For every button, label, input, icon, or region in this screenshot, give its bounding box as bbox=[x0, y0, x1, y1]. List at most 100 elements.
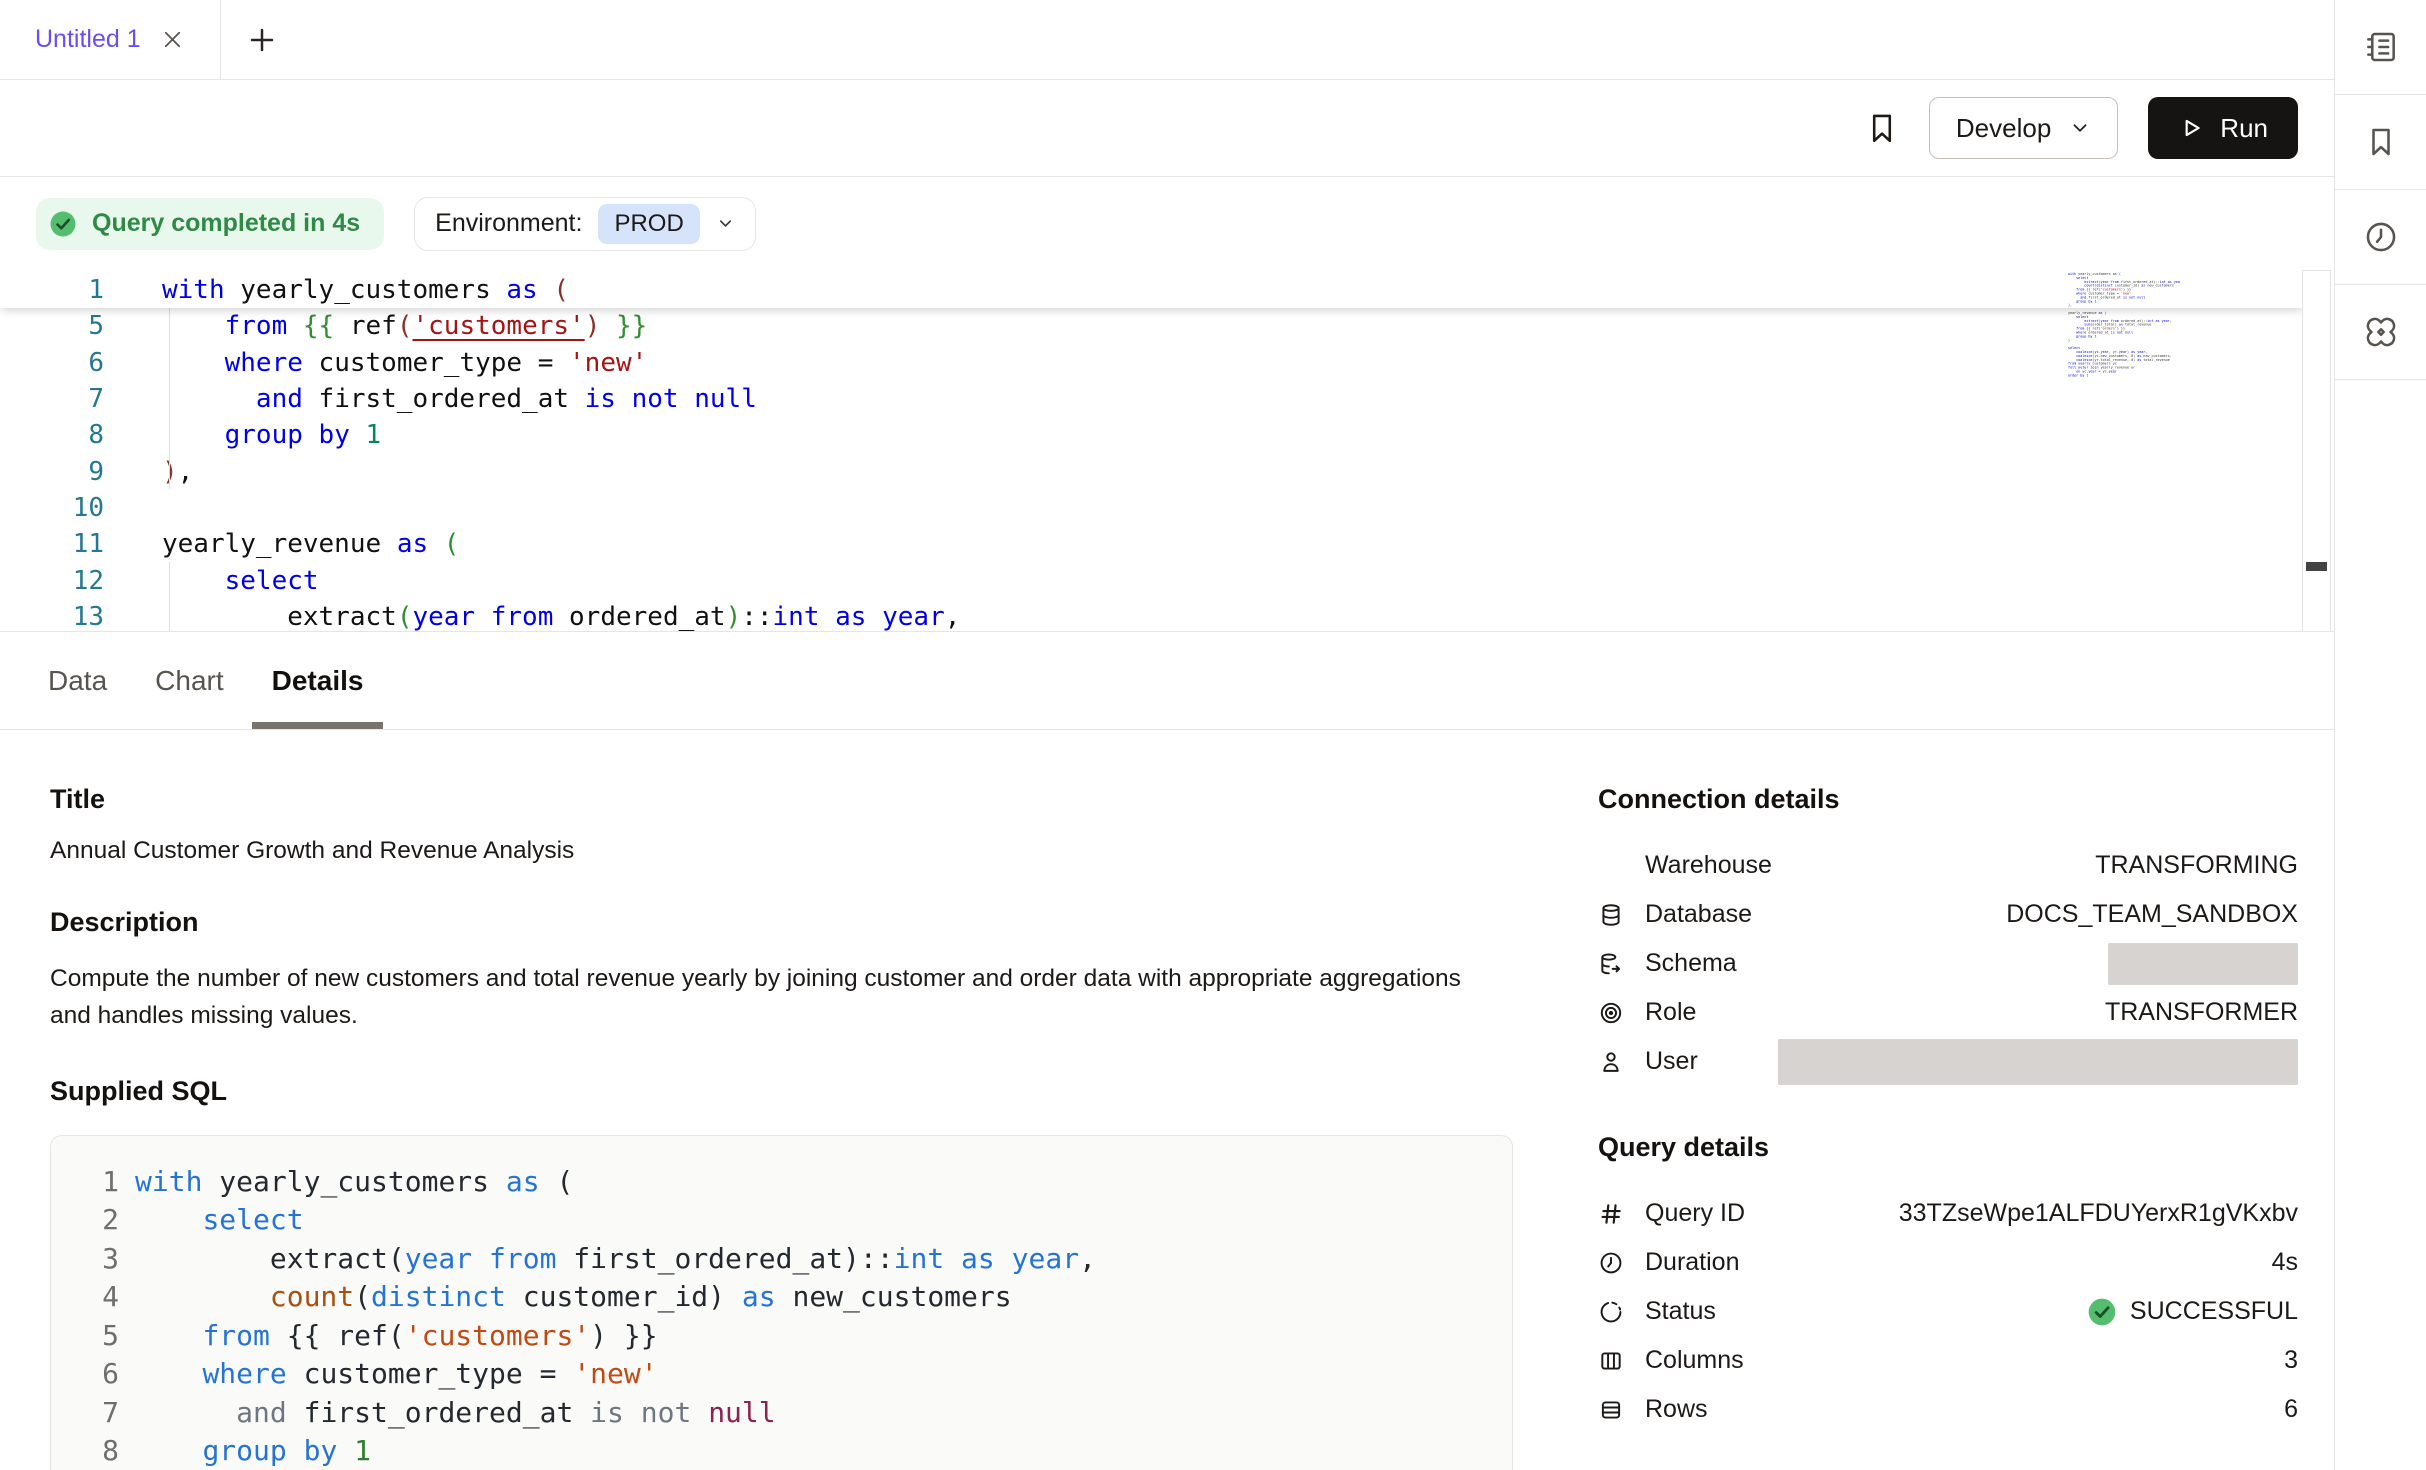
line-number: 1 bbox=[0, 275, 104, 305]
code-text: group by 1 bbox=[135, 1434, 371, 1467]
sql-code-line: 2 select bbox=[75, 1201, 1512, 1240]
connection-value bbox=[2108, 943, 2298, 985]
connection-row-warehouse: Warehouse TRANSFORMING bbox=[1598, 841, 2298, 890]
indent-guide bbox=[169, 308, 170, 489]
success-check-icon bbox=[2086, 1296, 2118, 1328]
connection-value bbox=[1778, 1039, 2298, 1085]
code-text: with yearly_customers as ( bbox=[162, 275, 569, 305]
main-area: Untitled 1 Develop Run bbox=[0, 0, 2334, 1470]
line-number: 3 bbox=[75, 1242, 119, 1275]
editor-code-line: 11yearly_revenue as ( bbox=[0, 526, 2304, 562]
active-tab-underline bbox=[252, 722, 384, 729]
sidebar-button-bookmark[interactable] bbox=[2335, 95, 2426, 190]
line-number: 11 bbox=[0, 529, 104, 559]
editor-code-line: 10 bbox=[0, 490, 2304, 526]
role-icon bbox=[1598, 1000, 1630, 1026]
editor-scrollbar[interactable] bbox=[2302, 270, 2331, 631]
line-number: 8 bbox=[0, 420, 104, 450]
environment-dropdown[interactable]: Environment: PROD bbox=[414, 197, 756, 251]
code-text: select bbox=[135, 1203, 304, 1236]
develop-dropdown[interactable]: Develop bbox=[1929, 97, 2118, 159]
bookmark-icon[interactable] bbox=[1865, 111, 1899, 145]
rows-icon bbox=[1598, 1397, 1630, 1423]
code-text: extract(year from first_ordered_at)::int… bbox=[135, 1242, 1096, 1275]
connection-label: Warehouse bbox=[1645, 851, 1772, 880]
sidebar-button-orchestration[interactable] bbox=[2335, 285, 2426, 380]
line-number: 12 bbox=[0, 566, 104, 596]
query-row-status: StatusSUCCESSFUL bbox=[1598, 1287, 2298, 1336]
environment-value-badge: PROD bbox=[598, 204, 699, 244]
tab-chart[interactable]: Chart bbox=[135, 632, 243, 729]
sql-editor[interactable]: 1 with yearly_customers as (5 from {{ ref… bbox=[0, 270, 2334, 632]
close-icon[interactable] bbox=[161, 28, 184, 51]
line-number: 9 bbox=[0, 457, 104, 487]
editor-code-line: 13 extract(year from ordered_at)::int as… bbox=[0, 599, 2304, 632]
hash-icon bbox=[1598, 1201, 1630, 1227]
code-text: group by 1 bbox=[162, 420, 381, 450]
app-window: Untitled 1 Develop Run bbox=[0, 0, 2426, 1470]
editor-minimap[interactable]: with yearly_customers as ( select extrac… bbox=[2068, 272, 2180, 380]
status-row: Query completed in 4s Environment: PROD bbox=[0, 177, 2334, 270]
tab-details[interactable]: Details bbox=[252, 632, 384, 729]
tab-untitled-1[interactable]: Untitled 1 bbox=[0, 0, 221, 79]
connection-details-heading: Connection details bbox=[1598, 784, 2298, 815]
columns-icon bbox=[1598, 1348, 1630, 1374]
sidebar-button-history[interactable] bbox=[2335, 190, 2426, 285]
chevron-down-icon bbox=[2069, 117, 2091, 139]
connection-details-rows: Warehouse TRANSFORMING DatabaseDOCS_TEAM_S… bbox=[1598, 841, 2298, 1086]
connection-value: TRANSFORMER bbox=[2105, 998, 2298, 1027]
connection-value: TRANSFORMING bbox=[2095, 851, 2298, 880]
query-value: 4s bbox=[2272, 1248, 2298, 1277]
tab-data[interactable]: Data bbox=[28, 632, 127, 729]
scrollbar-thumb[interactable] bbox=[2306, 562, 2327, 571]
connection-row-schema: Schema bbox=[1598, 939, 2298, 988]
sidebar-empty-space bbox=[2335, 380, 2426, 1470]
user-icon bbox=[1598, 1049, 1630, 1075]
query-label: Columns bbox=[1645, 1346, 1744, 1375]
indent-guide bbox=[169, 562, 170, 632]
details-left-column: Title Annual Customer Growth and Revenue… bbox=[50, 730, 1598, 1469]
editor-tab-bar: Untitled 1 bbox=[0, 0, 2334, 80]
connection-value: DOCS_TEAM_SANDBOX bbox=[2006, 900, 2298, 929]
query-row-duration: Duration4s bbox=[1598, 1238, 2298, 1287]
run-label: Run bbox=[2220, 113, 2268, 144]
redacted-value bbox=[2108, 943, 2298, 985]
run-button[interactable]: Run bbox=[2148, 97, 2298, 159]
code-text: where customer_type = 'new' bbox=[162, 348, 647, 378]
plus-icon[interactable] bbox=[247, 25, 277, 55]
line-number: 13 bbox=[0, 602, 104, 632]
editor-sticky-line: 1 with yearly_customers as ( bbox=[0, 272, 2304, 308]
line-number: 5 bbox=[75, 1319, 119, 1352]
code-text: ), bbox=[162, 457, 193, 487]
play-icon bbox=[2178, 115, 2204, 141]
sql-code-line: 5 from {{ ref('customers') }} bbox=[75, 1316, 1512, 1355]
code-text: select bbox=[162, 566, 319, 596]
supplied-sql-code-block: 1with yearly_customers as (2 select3 ext… bbox=[50, 1135, 1513, 1470]
line-number: 7 bbox=[0, 384, 104, 414]
duration-clock-icon bbox=[1598, 1250, 1630, 1276]
query-label: Status bbox=[1645, 1297, 1716, 1326]
description-value: Compute the number of new customers and … bbox=[50, 960, 1500, 1034]
orchestration-icon bbox=[2362, 313, 2400, 351]
connection-row-role: RoleTRANSFORMER bbox=[1598, 988, 2298, 1037]
connection-row-user: User bbox=[1598, 1037, 2298, 1086]
line-number: 8 bbox=[75, 1434, 119, 1467]
details-panel: Title Annual Customer Growth and Revenue… bbox=[0, 730, 2334, 1469]
line-number: 6 bbox=[0, 348, 104, 378]
connection-label: User bbox=[1645, 1047, 1698, 1076]
supplied-sql-heading: Supplied SQL bbox=[50, 1076, 1538, 1107]
tab-label: Chart bbox=[155, 665, 223, 697]
query-details-rows: Query ID33TZseWpe1ALFDUYerxR1gVKxbvDurat… bbox=[1598, 1189, 2298, 1434]
minimap-code: with yearly_customers as ( select extrac… bbox=[2068, 272, 2083, 377]
query-status-pill: Query completed in 4s bbox=[36, 198, 384, 250]
warehouse-icon bbox=[1598, 853, 1630, 879]
connection-row-database: DatabaseDOCS_TEAM_SANDBOX bbox=[1598, 890, 2298, 939]
check-circle-icon bbox=[48, 209, 78, 239]
editor-code-line: 12 select bbox=[0, 562, 2304, 598]
sidebar-button-notebook[interactable] bbox=[2335, 0, 2426, 95]
results-tab-bar: Data Chart Details bbox=[0, 632, 2334, 730]
right-icon-sidebar bbox=[2334, 0, 2426, 1470]
editor-code-line: 7 and first_ordered_at is not null bbox=[0, 381, 2304, 417]
database-icon bbox=[1598, 902, 1630, 928]
editor-code-line: 5 from {{ ref('customers') }} bbox=[0, 308, 2304, 344]
